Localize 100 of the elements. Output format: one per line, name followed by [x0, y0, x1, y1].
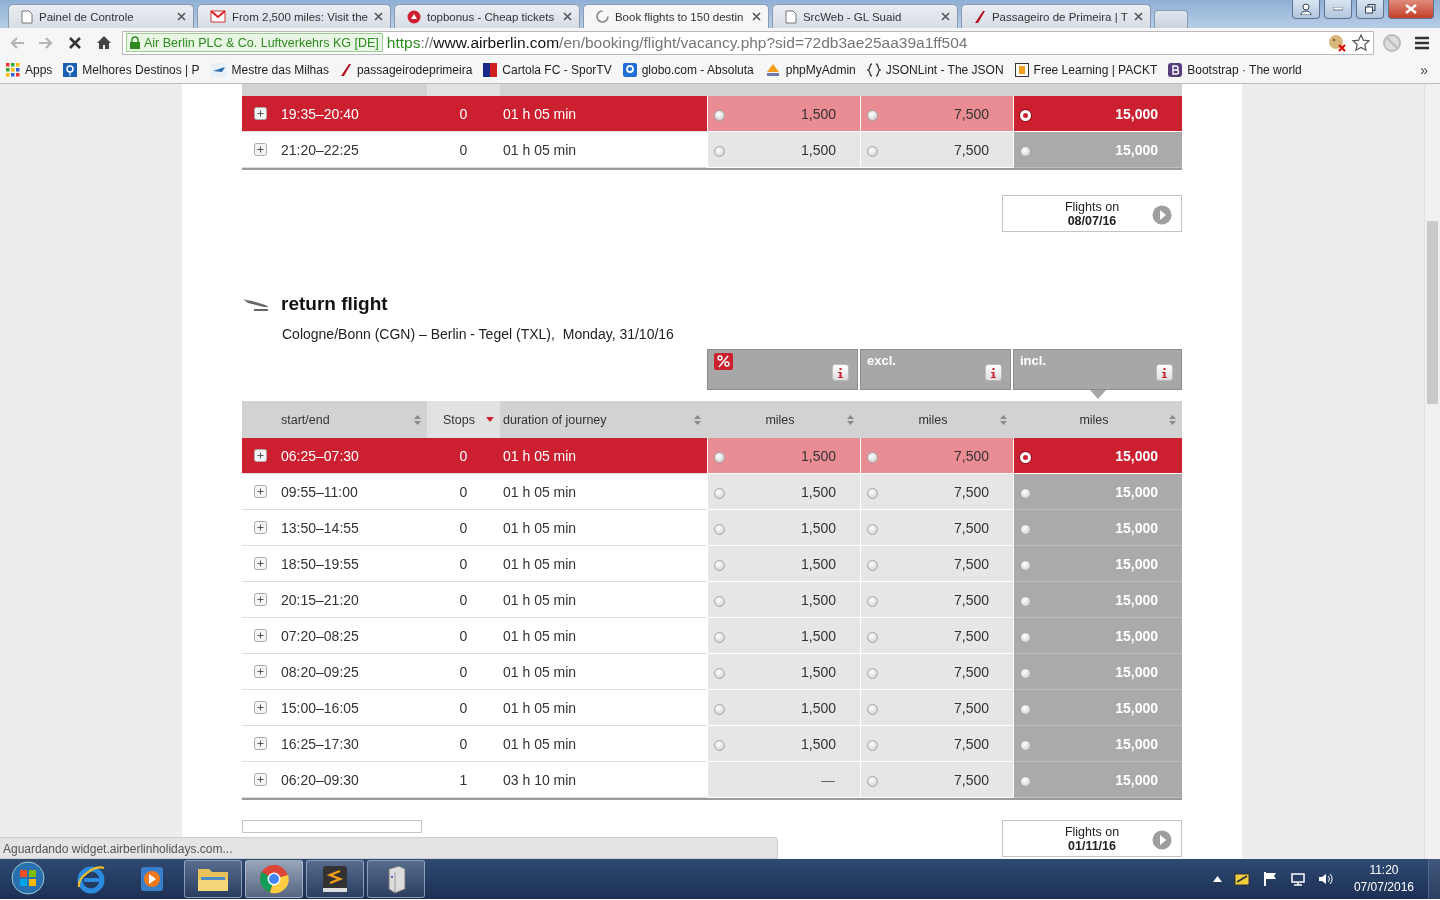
- close-icon[interactable]: [940, 12, 950, 21]
- browser-tab[interactable]: topbonus - Cheap tickets: [393, 4, 580, 28]
- taskbar-app[interactable]: [245, 860, 303, 898]
- fare-radio[interactable]: [867, 740, 878, 751]
- browser-tab[interactable]: SrcWeb - GL Suaid: [771, 4, 958, 28]
- fare-radio[interactable]: [1020, 740, 1031, 751]
- expand-icon[interactable]: [254, 485, 267, 498]
- tray-app-icon[interactable]: [1233, 871, 1250, 887]
- browser-tab[interactable]: Passageiro de Primeira | T: [960, 4, 1151, 28]
- bookmark[interactable]: Apps: [6, 63, 53, 77]
- fare-radio[interactable]: [714, 668, 725, 679]
- fare-radio[interactable]: [867, 596, 878, 607]
- close-icon[interactable]: [1133, 12, 1143, 21]
- fare-radio[interactable]: [1020, 632, 1031, 643]
- fare-radio[interactable]: [1020, 668, 1031, 679]
- flag-icon[interactable]: [1261, 871, 1278, 887]
- expand-icon[interactable]: [254, 701, 267, 714]
- user-button[interactable]: [1292, 0, 1320, 19]
- expand-icon[interactable]: [254, 557, 267, 570]
- fare-radio[interactable]: [1020, 704, 1031, 715]
- restore-button[interactable]: [1356, 0, 1384, 19]
- close-icon[interactable]: [177, 12, 186, 21]
- fare-radio[interactable]: [867, 452, 878, 463]
- show-hidden-icons[interactable]: [1212, 876, 1222, 882]
- expand-icon[interactable]: [254, 737, 267, 750]
- column-header[interactable]: miles: [707, 401, 860, 438]
- volume-icon[interactable]: [1317, 871, 1334, 887]
- scrollbar[interactable]: [1424, 84, 1440, 859]
- identity-badge[interactable]: Air Berlin PLC & Co. Luftverkehrs KG [DE]: [126, 33, 383, 52]
- browser-tab[interactable]: Book flights to 150 destin: [582, 4, 769, 28]
- address-bar[interactable]: Air Berlin PLC & Co. Luftverkehrs KG [DE] https://www.airberlin.com/en/booking/flight/vacancy.php?sid=72db3ae25aa39a1ff504: [122, 30, 1374, 55]
- expand-icon[interactable]: [254, 143, 267, 156]
- fare-radio[interactable]: [714, 488, 725, 499]
- fare-radio[interactable]: [867, 776, 878, 787]
- fare-radio[interactable]: [714, 146, 725, 157]
- fare-radio[interactable]: [1020, 560, 1031, 571]
- fare-radio[interactable]: [1020, 776, 1031, 787]
- fare-radio[interactable]: [714, 524, 725, 535]
- expand-icon[interactable]: [254, 521, 267, 534]
- close-icon[interactable]: [751, 12, 761, 21]
- next-day-button[interactable]: Flights on 01/11/16: [1002, 820, 1182, 857]
- bookmark[interactable]: phpMyAdmin: [764, 63, 856, 77]
- minimize-button[interactable]: [1324, 0, 1352, 19]
- bookmark[interactable]: Bootstrap · The world: [1168, 63, 1302, 77]
- fare-radio[interactable]: [714, 740, 725, 751]
- fare-radio[interactable]: [714, 632, 725, 643]
- close-icon[interactable]: [562, 12, 572, 21]
- browser-tab[interactable]: Painel de Controle: [8, 4, 194, 28]
- column-header[interactable]: duration of journey: [500, 401, 707, 438]
- bookmark[interactable]: Melhores Destinos | P: [63, 63, 200, 77]
- expand-icon[interactable]: [254, 629, 267, 642]
- fare-radio[interactable]: [1020, 596, 1031, 607]
- taskbar-app[interactable]: [184, 860, 242, 898]
- browser-tab[interactable]: From 2,500 miles: Visit the: [197, 4, 391, 28]
- bookmark[interactable]: globo.com - Absoluta: [622, 63, 754, 77]
- expand-icon[interactable]: [254, 665, 267, 678]
- fare-radio[interactable]: [1020, 488, 1031, 499]
- sort-icon: [1169, 414, 1176, 425]
- menu-icon[interactable]: [1414, 35, 1430, 50]
- fare-radio[interactable]: [867, 668, 878, 679]
- fare-radio[interactable]: [714, 452, 725, 463]
- column-header[interactable]: Stops: [427, 401, 500, 438]
- info-button[interactable]: [1156, 364, 1173, 381]
- fare-radio[interactable]: [1020, 524, 1031, 535]
- expand-icon[interactable]: [254, 593, 267, 606]
- info-button[interactable]: [985, 364, 1002, 381]
- info-button[interactable]: [832, 364, 849, 381]
- fare-radio[interactable]: [867, 632, 878, 643]
- fare-radio[interactable]: [867, 488, 878, 499]
- clock[interactable]: 11:20 07/07/2016: [1353, 862, 1414, 896]
- next-day-button[interactable]: Flights on 08/07/16: [1002, 195, 1182, 232]
- bookmark[interactable]: Free Learning | PACKT: [1014, 63, 1158, 77]
- fare-radio[interactable]: [1020, 146, 1031, 157]
- column-header[interactable]: miles: [1013, 401, 1182, 438]
- close-window-button[interactable]: [1388, 0, 1434, 19]
- bookmark[interactable]: JSONLint - The JSON: [866, 63, 1004, 77]
- new-tab-button[interactable]: [1153, 10, 1188, 28]
- close-icon[interactable]: [373, 12, 383, 21]
- bookmark[interactable]: passageirodeprimeira: [339, 63, 473, 77]
- fare-radio[interactable]: [714, 596, 725, 607]
- bookmark[interactable]: Cartola FC - SporTV: [483, 63, 612, 77]
- bookmark[interactable]: Mestre das Milhas: [210, 63, 329, 77]
- fare-radio[interactable]: [714, 560, 725, 571]
- fare-radio[interactable]: [867, 524, 878, 535]
- column-header[interactable]: start/end: [242, 401, 427, 438]
- column-header[interactable]: miles: [860, 401, 1013, 438]
- expand-icon[interactable]: [254, 773, 267, 786]
- fare-radio[interactable]: [714, 704, 725, 715]
- fare-radio[interactable]: [867, 704, 878, 715]
- network-icon[interactable]: [1289, 871, 1306, 887]
- sort-descending-icon: [486, 417, 494, 422]
- fare-radio[interactable]: [867, 560, 878, 571]
- bookmarks-overflow[interactable]: »: [1420, 62, 1434, 78]
- taskbar-app[interactable]: [306, 860, 364, 898]
- expand-icon[interactable]: [254, 449, 267, 462]
- fare-radio[interactable]: [867, 110, 878, 121]
- fare-radio[interactable]: [714, 110, 725, 121]
- taskbar-app[interactable]: [367, 860, 425, 898]
- expand-icon[interactable]: [254, 107, 267, 120]
- fare-radio[interactable]: [867, 146, 878, 157]
